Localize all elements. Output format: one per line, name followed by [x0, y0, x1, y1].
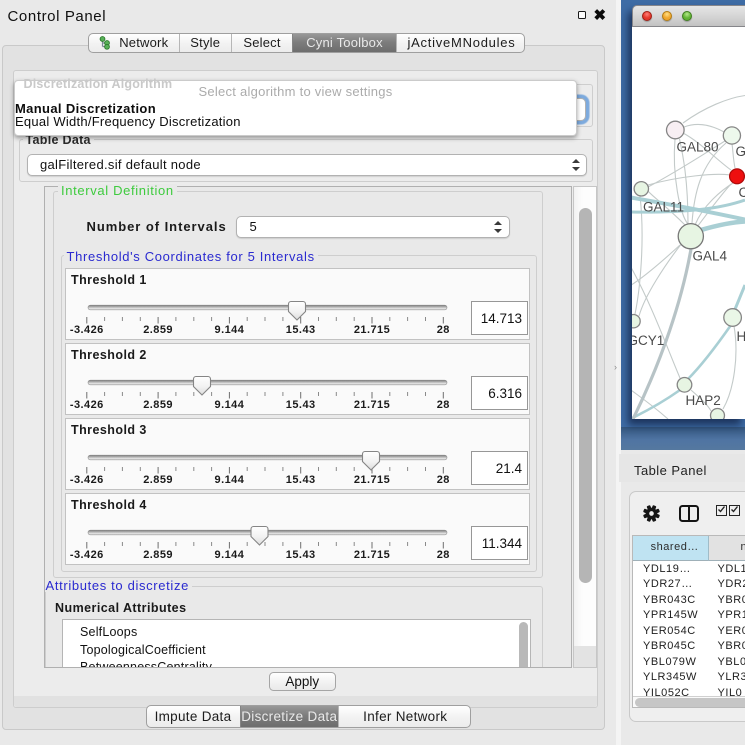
svg-text:GAL4: GAL4 — [693, 249, 728, 264]
svg-text:21.715: 21.715 — [354, 324, 390, 336]
svg-text:9.144: 9.144 — [215, 324, 245, 336]
svg-text:-3.426: -3.426 — [70, 324, 104, 336]
svg-text:-3.426: -3.426 — [70, 474, 104, 486]
svg-text:H: H — [737, 329, 745, 344]
svg-text:2.859: 2.859 — [143, 399, 173, 411]
svg-text:2.859: 2.859 — [143, 549, 173, 561]
svg-text:9.144: 9.144 — [215, 399, 245, 411]
svg-text:-3.426: -3.426 — [70, 549, 104, 561]
svg-text:28: 28 — [437, 474, 450, 486]
svg-text:28: 28 — [437, 399, 450, 411]
svg-text:21.715: 21.715 — [354, 474, 390, 486]
svg-text:15.43: 15.43 — [286, 399, 316, 411]
svg-text:2.859: 2.859 — [143, 474, 173, 486]
svg-text:GAL: GAL — [736, 144, 745, 159]
svg-text:9.144: 9.144 — [215, 474, 245, 486]
svg-text:9.144: 9.144 — [215, 549, 245, 561]
svg-text:15.43: 15.43 — [286, 549, 316, 561]
svg-text:21.715: 21.715 — [354, 549, 390, 561]
svg-text:21.715: 21.715 — [354, 399, 390, 411]
svg-text:15.43: 15.43 — [286, 474, 316, 486]
svg-text:28: 28 — [437, 324, 450, 336]
svg-text:GAL11: GAL11 — [643, 200, 684, 215]
svg-text:GCY1: GCY1 — [632, 333, 664, 348]
svg-text:-3.426: -3.426 — [70, 399, 104, 411]
svg-text:15.43: 15.43 — [286, 324, 316, 336]
svg-text:28: 28 — [437, 549, 450, 561]
svg-text:HAP2: HAP2 — [686, 393, 721, 408]
svg-text:C: C — [739, 185, 745, 200]
svg-text:2.859: 2.859 — [143, 324, 173, 336]
svg-text:GAL80: GAL80 — [677, 140, 719, 155]
